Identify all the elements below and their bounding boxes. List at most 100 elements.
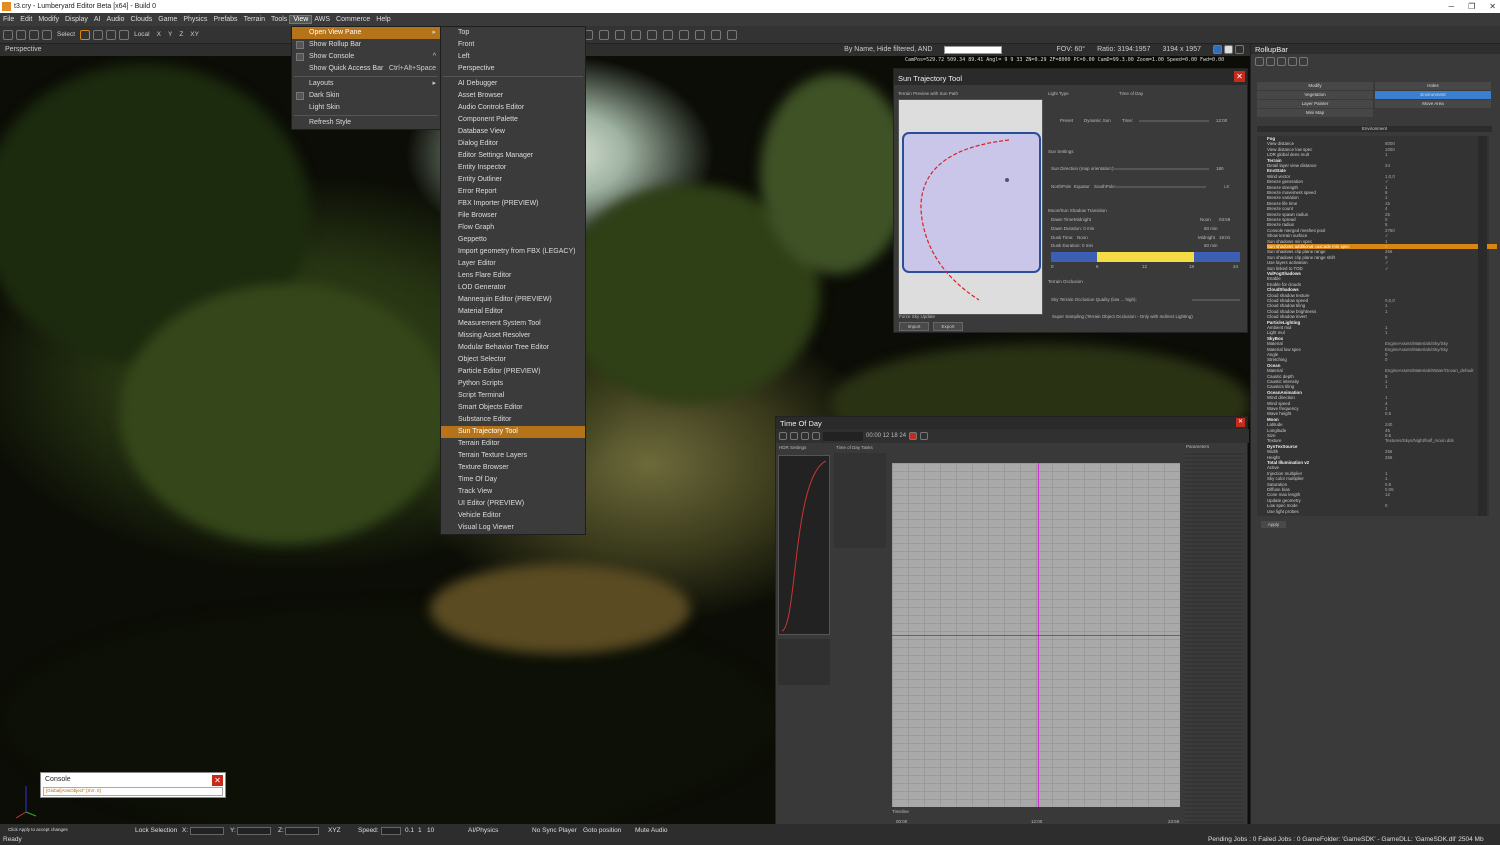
tool-icon-7[interactable] xyxy=(614,29,625,40)
tod-spline-graph[interactable] xyxy=(892,463,1180,807)
view-menu-item[interactable]: Refresh Style xyxy=(292,117,440,129)
pane-menu-item[interactable]: Left xyxy=(441,51,585,63)
scale-icon[interactable] xyxy=(106,29,117,40)
menu-prefabs[interactable]: Prefabs xyxy=(210,16,240,23)
import-button[interactable]: Import xyxy=(899,322,929,331)
preset-radio[interactable]: Preset xyxy=(1060,118,1073,123)
pause-icon[interactable] xyxy=(1224,45,1233,54)
pane-menu-item[interactable]: Perspective xyxy=(441,63,585,75)
rollup-scrollbar[interactable] xyxy=(1478,136,1487,516)
mute-audio-button[interactable]: Mute Audio xyxy=(635,827,668,834)
rollup-tab-move-area[interactable]: Move Area xyxy=(1375,100,1491,108)
pane-menu-item[interactable]: LOD Generator xyxy=(441,282,585,294)
tool-icon-10[interactable] xyxy=(662,29,673,40)
pane-menu-item[interactable]: Measurement System Tool xyxy=(441,318,585,330)
view-menu-item[interactable]: Light Skin xyxy=(292,102,440,114)
pane-menu-item[interactable]: Lens Flare Editor xyxy=(441,270,585,282)
menu-view[interactable]: View xyxy=(289,15,313,24)
pane-menu-item[interactable]: Smart Objects Editor xyxy=(441,402,585,414)
pane-menu-item[interactable]: Modular Behavior Tree Editor xyxy=(441,342,585,354)
redo-icon[interactable] xyxy=(790,432,798,440)
link-icon[interactable] xyxy=(29,29,39,40)
apply-button[interactable]: Apply xyxy=(1261,521,1286,528)
dawn-time-value[interactable]: 03:59 xyxy=(1219,217,1230,222)
pane-menu-item[interactable]: FBX Importer (PREVIEW) xyxy=(441,198,585,210)
export-icon[interactable] xyxy=(812,432,820,440)
create-tab-icon[interactable] xyxy=(1255,57,1264,66)
menu-game[interactable]: Game xyxy=(155,16,180,23)
view-menu-item[interactable]: Show Quick Access Bar Ctrl+Alt+Space xyxy=(292,63,440,75)
tool-icon-14[interactable] xyxy=(726,29,737,40)
sun-direction-value[interactable]: 180 xyxy=(1216,166,1224,171)
view-menu-item[interactable]: Show Rollup Bar xyxy=(292,39,440,51)
rollup-tab-environment[interactable]: Environment xyxy=(1375,91,1491,99)
play-icon[interactable] xyxy=(920,432,929,440)
speed-1-button[interactable]: 1 xyxy=(418,827,422,834)
menu-audio[interactable]: Audio xyxy=(104,16,128,23)
menu-ai[interactable]: AI xyxy=(91,16,104,23)
menu-tools[interactable]: Tools xyxy=(268,16,290,23)
tool-icon-11[interactable] xyxy=(678,29,689,40)
menu-physics[interactable]: Physics xyxy=(180,16,210,23)
pane-menu-item[interactable]: Vehicle Editor xyxy=(441,510,585,522)
dynamic-sun-radio[interactable]: Dynamic Sun xyxy=(1084,118,1111,123)
redo-icon[interactable] xyxy=(16,29,26,40)
pane-menu-item[interactable]: Audio Controls Editor xyxy=(441,102,585,114)
pane-menu-item[interactable]: Top xyxy=(441,27,585,39)
y-field[interactable] xyxy=(237,827,271,835)
close-icon[interactable]: ✕ xyxy=(1236,418,1245,427)
tool-icon-13[interactable] xyxy=(710,29,721,40)
menu-help[interactable]: Help xyxy=(373,16,393,23)
axis-z-button[interactable]: Z xyxy=(177,31,185,38)
view-menu-item[interactable]: Dark Skin xyxy=(292,90,440,102)
pane-menu-item[interactable]: Track View xyxy=(441,486,585,498)
viewport-name[interactable]: Perspective xyxy=(5,46,42,53)
undo-icon[interactable] xyxy=(3,29,13,40)
view-menu-item[interactable]: Layouts ▸ xyxy=(292,78,440,90)
pane-menu-item[interactable]: Flow Graph xyxy=(441,222,585,234)
menu-terrain[interactable]: Terrain xyxy=(241,16,268,23)
import-icon[interactable] xyxy=(801,432,809,440)
select-dropdown[interactable]: Select xyxy=(55,31,77,38)
pane-menu-item[interactable]: Front xyxy=(441,39,585,51)
pane-menu-item[interactable]: Error Report xyxy=(441,186,585,198)
close-window-button[interactable]: ✕ xyxy=(1489,2,1496,11)
rollup-tab-layer-painter[interactable]: Layer Painter xyxy=(1257,100,1373,108)
dusk-time-value[interactable]: 18:01 xyxy=(1219,235,1230,240)
speed-field[interactable] xyxy=(381,827,401,835)
time-value[interactable]: 12:00 xyxy=(1216,118,1227,123)
pane-menu-item[interactable]: AI Debugger xyxy=(441,78,585,90)
rollup-tab-modify[interactable]: Modify xyxy=(1257,82,1373,90)
export-button[interactable]: Export xyxy=(933,322,963,331)
pane-menu-item[interactable]: Geppetto xyxy=(441,234,585,246)
move-icon[interactable] xyxy=(80,29,91,40)
tool-icon-8[interactable] xyxy=(630,29,641,40)
maximize-button[interactable]: ❐ xyxy=(1468,2,1475,11)
pane-menu-item[interactable]: Terrain Editor xyxy=(441,438,585,450)
menu-clouds[interactable]: Clouds xyxy=(127,16,155,23)
rotate-icon[interactable] xyxy=(93,29,104,40)
menu-commerce[interactable]: Commerce xyxy=(333,16,373,23)
close-icon[interactable]: ✕ xyxy=(1234,71,1245,82)
pane-menu-item[interactable]: Python Scripts xyxy=(441,378,585,390)
property-row[interactable]: Use light probes xyxy=(1267,509,1497,514)
dawn-duration-value[interactable]: 60 min xyxy=(1204,226,1218,231)
pane-menu-item[interactable]: Substance Editor xyxy=(441,414,585,426)
lock-selection-button[interactable]: Lock Selection xyxy=(135,827,177,834)
menu-aws[interactable]: AWS xyxy=(311,16,333,23)
time-slider[interactable] xyxy=(1139,120,1209,122)
goto-position-button[interactable]: Goto position xyxy=(583,827,621,834)
super-sampling-checkbox[interactable]: Super Sampling (Terrain Object Occlusion… xyxy=(1052,314,1193,319)
pane-menu-item[interactable]: Database View xyxy=(441,126,585,138)
occlusion-quality-slider[interactable] xyxy=(1192,299,1240,301)
speed-01-button[interactable]: 0.1 xyxy=(405,827,414,834)
modify-tab-icon[interactable] xyxy=(1266,57,1275,66)
rollup-tab-holes[interactable]: Holes xyxy=(1375,82,1491,90)
pane-menu-item[interactable]: Entity Outliner xyxy=(441,174,585,186)
pane-menu-item[interactable]: Particle Editor (PREVIEW) xyxy=(441,366,585,378)
pane-menu-item[interactable]: Asset Browser xyxy=(441,90,585,102)
axis-xy-button[interactable]: XY xyxy=(188,31,201,38)
close-icon[interactable]: ✕ xyxy=(212,775,223,786)
force-sky-update-checkbox[interactable]: Force Sky Update xyxy=(899,314,935,319)
pane-menu-item[interactable]: Mannequin Editor (PREVIEW) xyxy=(441,294,585,306)
